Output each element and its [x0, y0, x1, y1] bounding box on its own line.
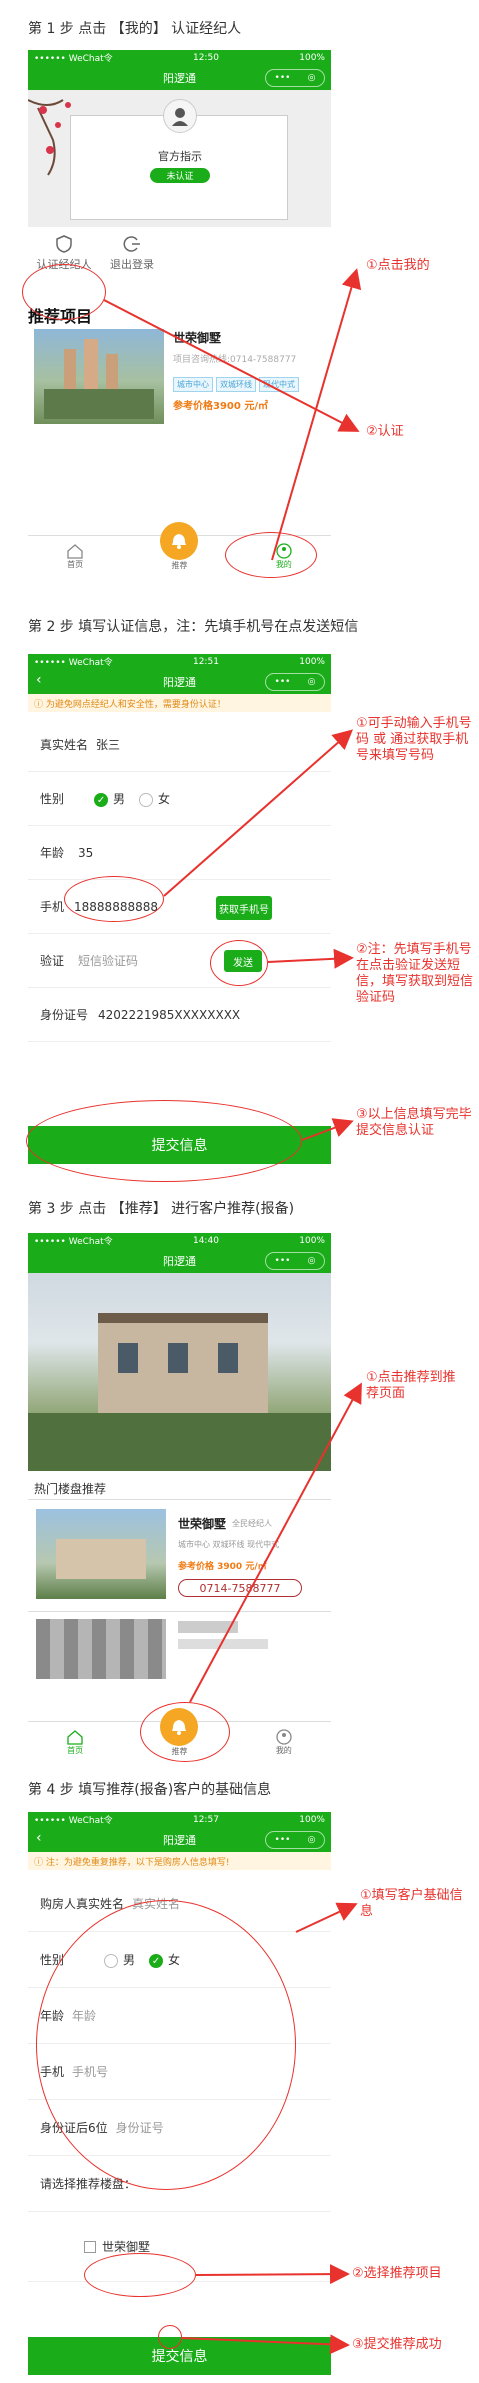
- annotation-circle: [158, 2325, 182, 2349]
- project-phone: 项目咨询热线:0714-7588777: [173, 355, 297, 365]
- status-bar: •••••• WeChat令 12:51 100%: [28, 654, 331, 669]
- name-field[interactable]: 真实姓名 张三: [28, 718, 331, 772]
- info-icon: ⓘ: [34, 699, 46, 710]
- project-phone-button[interactable]: 0714-7588777: [178, 1579, 302, 1597]
- annotation-label: ②注：先填写手机号在点击验证发送短信，填写获取到短信验证码: [356, 942, 474, 1005]
- annotation-circle: [64, 876, 164, 922]
- project-price: 参考价格3900 元/㎡: [173, 401, 268, 412]
- project-image-blurred: [36, 1619, 166, 1679]
- project-tags: 城市中心 双城环线 现代中式: [173, 372, 302, 392]
- user-name: 官方指示: [158, 150, 202, 163]
- project-name: 世荣御墅: [178, 1517, 227, 1531]
- annotation-circle: [26, 1100, 302, 1182]
- project-subtitle: 全民经纪人: [232, 1519, 272, 1528]
- tab-home[interactable]: 首页: [66, 543, 84, 570]
- status-bar: •••••• WeChat令 14:40 100%: [28, 1233, 331, 1248]
- logout-button[interactable]: 退出登录: [102, 235, 162, 272]
- section-title: 热门楼盘推荐: [34, 1482, 107, 1496]
- annotation-label: ①填写客户基础信息: [360, 1888, 463, 1919]
- male-radio[interactable]: ✓ 男: [94, 790, 125, 807]
- age-field[interactable]: 年龄 35: [28, 826, 331, 880]
- profile-header: 官方指示 未认证: [28, 90, 331, 227]
- annotation-label: ①点击推荐到推荐页面: [366, 1370, 456, 1401]
- code-field[interactable]: 验证 短信验证码: [28, 934, 331, 988]
- id-field[interactable]: 身份证号 4202221985XXXXXXXX: [28, 988, 331, 1042]
- project-image[interactable]: [36, 1509, 166, 1599]
- avatar: [163, 99, 197, 133]
- step1-title: 第 1 步 点击 【我的】 认证经纪人: [28, 21, 242, 37]
- menu-capsule[interactable]: ••• ◎: [265, 1252, 325, 1270]
- app-title: 阳逻通: [163, 1254, 196, 1268]
- step2-title: 第 2 步 填写认证信息，注：先填手机号在点发送短信: [28, 619, 359, 635]
- logout-icon: [123, 236, 140, 252]
- annotation-circle: [36, 1900, 296, 2190]
- female-radio[interactable]: 女: [139, 790, 170, 807]
- app-title: 阳逻通: [163, 675, 196, 689]
- back-icon[interactable]: ‹: [36, 1830, 42, 1846]
- user-icon: [276, 1729, 292, 1745]
- menu-capsule[interactable]: ••• ◎: [265, 69, 325, 87]
- menu-capsule[interactable]: ••• ◎: [265, 673, 325, 691]
- annotation-label: ①可手动输入手机号码 或 通过获取手机号来填写号码: [356, 716, 472, 763]
- profile-card: 官方指示 未认证: [70, 99, 288, 220]
- project-tags: 城市中心 双城环线 现代中式: [178, 1540, 280, 1549]
- user-avatar-icon: [172, 108, 188, 126]
- bell-icon: [160, 522, 199, 560]
- checkbox-icon: [84, 2240, 96, 2253]
- tab-me[interactable]: 我的: [275, 1729, 293, 1756]
- annotation-circle: [210, 940, 268, 986]
- annotation-circle: [84, 2253, 196, 2297]
- phone-screen-3: •••••• WeChat令 14:40 100% 阳逻通 ••• ◎ 热门楼盘推…: [28, 1233, 331, 1763]
- annotation-circle: [140, 1702, 230, 1762]
- app-title: 阳逻通: [163, 71, 196, 85]
- status-badge: 未认证: [150, 168, 210, 183]
- annotation-circle: [22, 264, 106, 320]
- app-title: 阳逻通: [163, 1833, 196, 1847]
- nav-bar: ‹ 阳逻通 ••• ◎: [28, 669, 331, 694]
- banner-image[interactable]: [28, 1273, 331, 1471]
- project-image[interactable]: [34, 329, 164, 424]
- check-icon: ✓: [94, 792, 109, 807]
- tab-recommend[interactable]: 推荐: [160, 522, 199, 571]
- nav-bar: 阳逻通 ••• ◎: [28, 1248, 331, 1273]
- annotation-label: ③以上信息填写完毕提交信息认证: [356, 1107, 472, 1138]
- notice-bar: ⓘ 为避免网点经纪人和安全性，需要身份认证！: [28, 694, 331, 712]
- tab-home[interactable]: 首页: [66, 1729, 84, 1756]
- get-phone-button[interactable]: 获取手机号: [216, 896, 272, 920]
- back-icon[interactable]: ‹: [36, 672, 42, 688]
- nav-bar: ‹ 阳逻通 ••• ◎: [28, 1827, 331, 1852]
- step4-title: 第 4 步 填写推荐(报备)客户的基础信息: [28, 1782, 272, 1798]
- status-bar: •••••• WeChat令 12:50 100%: [28, 50, 331, 65]
- project-name: 世荣御墅: [173, 331, 222, 345]
- step3-title: 第 3 步 点击 【推荐】 进行客户推荐(报备): [28, 1201, 295, 1217]
- info-icon: ⓘ: [34, 1857, 46, 1868]
- annotation-label: ①点击我的: [366, 258, 430, 273]
- annotation-circle: [225, 532, 317, 578]
- annotation-label: ②选择推荐项目: [352, 2266, 442, 2281]
- menu-capsule[interactable]: ••• ◎: [265, 1831, 325, 1849]
- notice-bar: ⓘ 注：为避免重复推荐，以下是购房人信息填写!: [28, 1852, 331, 1870]
- annotation-label: ②认证: [366, 424, 404, 439]
- status-bar: •••••• WeChat令 12:57 100%: [28, 1812, 331, 1827]
- nav-bar: 阳逻通 ••• ◎: [28, 65, 331, 90]
- shield-icon: [56, 235, 72, 253]
- project-price: 参考价格 3900 元/㎡: [178, 1562, 267, 1572]
- home-icon: [67, 544, 83, 559]
- annotation-label: ③提交推荐成功: [352, 2337, 442, 2352]
- home-icon: [67, 1730, 83, 1745]
- gender-field: 性别 ✓ 男 女: [28, 772, 331, 826]
